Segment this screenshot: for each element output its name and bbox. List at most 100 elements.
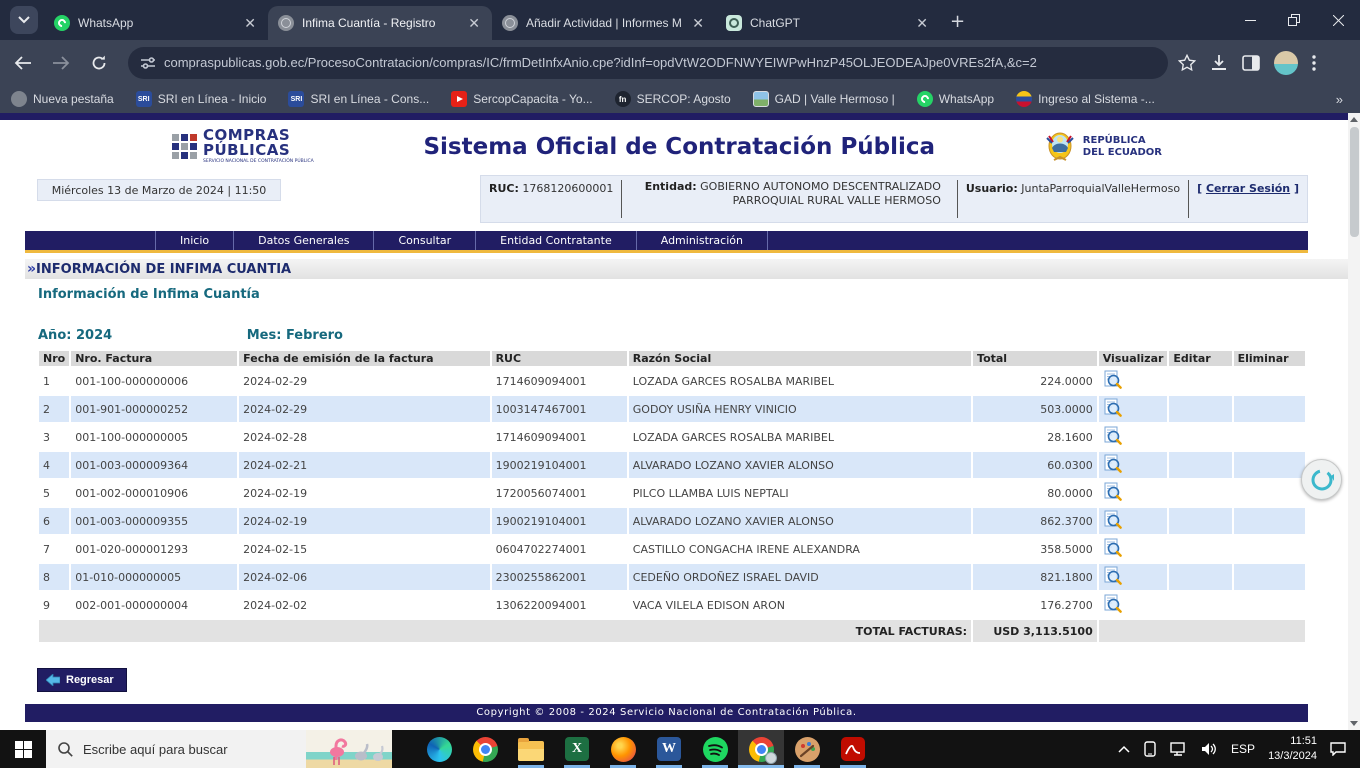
taskbar-acrobat[interactable] [830,730,876,768]
screen-capture-widget[interactable] [1301,459,1342,500]
session-box: RUC: 1768120600001 Entidad: GOBIERNO AUT… [480,175,1308,223]
taskbar-chrome[interactable] [462,730,508,768]
bracket: ] [1294,182,1299,195]
month-filter: Mes: Febrero [247,328,343,343]
taskbar-excel[interactable]: X [554,730,600,768]
menu-item-entidad-contratante[interactable]: Entidad Contratante [476,231,637,250]
bookmark-sri-consultas[interactable]: SRISRI en Línea - Cons... [277,91,440,107]
restore-button[interactable] [1272,2,1316,38]
network-icon[interactable] [1170,742,1188,756]
bookmark-label: WhatsApp [939,92,994,106]
tab-close-icon[interactable]: ✕ [466,15,482,32]
new-tab-button[interactable]: + [950,11,965,32]
bookmark-label: Nueva pestaña [33,92,114,106]
cell-ruc: 1900219104001 [492,508,627,534]
visualizar-icon[interactable] [1103,370,1122,389]
address-bar[interactable]: compraspublicas.gob.ec/ProcesoContrataci… [128,47,1168,79]
menu-item-inicio[interactable]: Inicio [155,231,234,250]
bookmark-sri-inicio[interactable]: SRISRI en Línea - Inicio [125,91,278,107]
bookmark-star-icon[interactable] [1178,54,1196,72]
bookmark-gad-valle-hermoso[interactable]: GAD | Valle Hermoso | [742,91,906,107]
republic-line1: REPÚBLICA [1083,135,1162,147]
page-scrollbar[interactable] [1348,113,1360,730]
downloads-icon[interactable] [1210,54,1228,72]
col-razon-social: Razón Social [629,351,971,366]
menu-item-consultar[interactable]: Consultar [374,231,476,250]
table-row: 6 001-003-000009355 2024-02-19 190021910… [39,508,1305,534]
tablet-icon[interactable] [1143,741,1157,757]
bookmark-nueva-pestana[interactable]: Nueva pestaña [0,91,125,107]
scrollbar-thumb[interactable] [1350,127,1359,237]
bookmark-sercopcapacita[interactable]: SercopCapacita - Yo... [440,91,603,107]
taskbar-file-explorer[interactable] [508,730,554,768]
bookmark-sercop-agosto[interactable]: fnSERCOP: Agosto [604,91,742,107]
tab-close-icon[interactable]: ✕ [690,15,706,32]
cell-fecha-emision: 2024-02-15 [239,536,489,562]
windows-logo-icon [15,741,32,758]
taskbar-edge[interactable] [416,730,462,768]
menu-item-administracion[interactable]: Administración [637,231,768,250]
bookmark-ingreso-sistema[interactable]: Ingreso al Sistema -... [1005,91,1166,107]
visualizar-icon[interactable] [1103,454,1122,473]
cell-total: 176.2700 [973,592,1097,618]
month-label: Mes: [247,328,282,343]
side-panel-icon[interactable] [1242,55,1260,71]
cell-eliminar [1234,424,1305,450]
cell-visualizar [1099,592,1168,618]
cell-total: 862.3700 [973,508,1097,534]
cell-nro-factura: 001-901-000000252 [71,396,237,422]
visualizar-icon[interactable] [1103,482,1122,501]
taskbar-chrome-active[interactable] [738,730,784,768]
taskbar-search[interactable]: Escribe aquí para buscar [46,730,392,768]
menu-item-datos-generales[interactable]: Datos Generales [234,231,374,250]
tab-chatgpt[interactable]: ChatGPT ✕ [716,6,940,40]
forward-button[interactable] [46,48,76,78]
cell-fecha-emision: 2024-02-29 [239,368,489,394]
regresar-button[interactable]: Regresar [37,668,127,692]
close-button[interactable] [1316,2,1360,38]
visualizar-icon[interactable] [1103,566,1122,585]
cell-eliminar [1234,536,1305,562]
taskbar-word[interactable]: W [646,730,692,768]
taskbar-spotify[interactable] [692,730,738,768]
tray-expand-icon[interactable] [1118,745,1130,753]
volume-icon[interactable] [1201,742,1218,756]
bookmarks-overflow-button[interactable]: » [1336,92,1343,107]
visualizar-icon[interactable] [1103,426,1122,445]
start-button[interactable] [0,730,46,768]
taskbar-gimp[interactable] [784,730,830,768]
tab-close-icon[interactable]: ✕ [242,15,258,32]
scroll-up-arrow[interactable] [1348,113,1360,126]
tab-label: Infima Cuantía - Registro [302,16,458,30]
visualizar-icon[interactable] [1103,398,1122,417]
user-field: Usuario: JuntaParroquialValleHermoso [966,180,1180,195]
profile-avatar[interactable] [1274,51,1298,75]
cell-razon-social: PILCO LLAMBA LUIS NEPTALI [629,480,971,506]
tab-whatsapp[interactable]: WhatsApp ✕ [44,6,268,40]
table-row: 7 001-020-000001293 2024-02-15 060470227… [39,536,1305,562]
back-button[interactable] [8,48,38,78]
tab-search-button[interactable] [10,6,38,34]
visualizar-icon[interactable] [1103,594,1122,613]
whatsapp-icon [917,91,933,107]
clock-time: 11:51 [1268,734,1317,749]
logout-link[interactable]: Cerrar Sesión [1206,182,1290,195]
tab-anadir-actividad[interactable]: Añadir Actividad | Informes Me ✕ [492,6,716,40]
clock[interactable]: 11:51 13/3/2024 [1268,734,1317,764]
taskbar-firefox[interactable] [600,730,646,768]
site-info-icon[interactable] [140,56,156,70]
notification-center-icon[interactable] [1330,742,1346,756]
scroll-down-arrow[interactable] [1348,717,1360,730]
tab-close-icon[interactable]: ✕ [914,15,930,32]
cell-ruc: 1714609094001 [492,368,627,394]
reload-button[interactable] [84,48,114,78]
language-indicator[interactable]: ESP [1231,742,1255,756]
browser-menu-icon[interactable] [1312,55,1316,71]
visualizar-icon[interactable] [1103,510,1122,529]
tab-infima-cuantia[interactable]: Infima Cuantía - Registro ✕ [268,6,492,40]
minimize-button[interactable] [1228,2,1272,38]
bookmark-whatsapp[interactable]: WhatsApp [906,91,1005,107]
cell-fecha-emision: 2024-02-06 [239,564,489,590]
cell-visualizar [1099,508,1168,534]
visualizar-icon[interactable] [1103,538,1122,557]
